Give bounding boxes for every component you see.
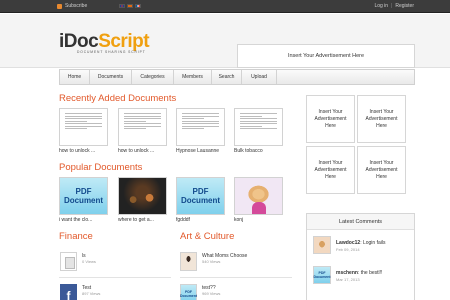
doc-caption[interactable]: how to unlock ... [118, 148, 167, 154]
avatar[interactable] [313, 236, 331, 254]
comment-item[interactable]: Lawdoc12: Login fails Feb 09, 2014 [313, 236, 385, 254]
pdf-thumb-line2: Document [180, 196, 221, 205]
doc-thumbnail[interactable] [118, 108, 167, 146]
document-icon[interactable] [60, 252, 77, 271]
pdf-document-thumbnail[interactable]: PDF Document [176, 177, 225, 215]
item-views: 540 Views [202, 259, 221, 264]
popular-doc[interactable]: where to get a... [118, 177, 167, 223]
pdf-document-thumbnail[interactable]: PDF Document [59, 177, 108, 215]
comment-text[interactable]: Login fails [363, 240, 386, 246]
logo-suffix: Script [98, 31, 150, 52]
header-ad-text: Insert Your Advertisement Here [287, 53, 365, 59]
main-nav: Home Documents Categories Members Search… [59, 69, 415, 85]
finance-title[interactable]: Finance [59, 231, 93, 242]
divider [180, 277, 292, 278]
arts-culture-title[interactable]: Art & Culture [180, 231, 234, 242]
comment-date: Mar 17, 2013 [336, 277, 360, 282]
top-bar: Subscribe Log in | Register [0, 0, 450, 13]
comment-date: Feb 09, 2014 [336, 247, 360, 252]
woman-photo-icon[interactable] [180, 252, 197, 271]
nav-documents[interactable]: Documents [90, 70, 132, 84]
site-header: iDocScript DOCUMENT SHARING SCRIPT Inser… [0, 14, 450, 68]
doc-thumbnail[interactable] [234, 108, 283, 146]
stage-photo-thumbnail[interactable] [118, 177, 167, 215]
side-ad-text: Insert Your Advertisement Here [314, 108, 347, 129]
side-ad-text: Insert Your Advertisement Here [314, 159, 347, 180]
logo-prefix: iDoc [59, 31, 99, 52]
pdf-thumb-line2: Document [63, 196, 104, 205]
register-link[interactable]: Register [395, 3, 414, 9]
mini-pdf-line2: Document [313, 275, 331, 279]
nav-members[interactable]: Members [174, 70, 212, 84]
finance-item[interactable]: ls 0 Views [60, 252, 96, 271]
person-figure [251, 202, 266, 214]
rss-icon [57, 3, 62, 9]
recent-doc[interactable]: how to unlock ... [59, 108, 108, 154]
side-ad[interactable]: Insert Your Advertisement Here [357, 146, 406, 194]
recent-doc[interactable]: Hypnose Lausanne [176, 108, 225, 154]
nav-search[interactable]: Search [212, 70, 242, 84]
subscribe-link[interactable]: Subscribe [57, 3, 87, 9]
side-ad-text: Insert Your Advertisement Here [365, 159, 398, 180]
arts-item[interactable]: What Moms Choose 540 Views [180, 252, 247, 271]
doc-thumbnail[interactable] [59, 108, 108, 146]
comment-user[interactable]: Lawdoc12 [336, 240, 360, 246]
account-separator: | [391, 3, 393, 9]
logo-tagline: DOCUMENT SHARING SCRIPT [77, 50, 146, 54]
popular-docs-title: Popular Documents [59, 162, 143, 173]
doc-thumbnail[interactable] [176, 108, 225, 146]
comment-user[interactable]: mschenn [336, 270, 358, 276]
facebook-icon[interactable]: f [60, 284, 77, 300]
side-ad[interactable]: Insert Your Advertisement Here [306, 146, 355, 194]
item-views: 969 Views [202, 291, 221, 296]
person-photo-thumbnail[interactable] [234, 177, 283, 215]
stage-image [119, 178, 166, 214]
doc-caption[interactable]: where to get a... [118, 217, 167, 223]
subscribe-label: Subscribe [65, 3, 88, 9]
login-link[interactable]: Log in [374, 3, 388, 9]
doc-caption[interactable]: i want the clo... [59, 217, 108, 223]
finance-item[interactable]: f Test 897 Views [60, 284, 100, 300]
france-flag-icon[interactable] [135, 4, 141, 8]
arts-item[interactable]: PDF Document test?? 969 Views [180, 284, 220, 300]
language-flags [119, 4, 141, 8]
popular-doc[interactable]: PDF Document i want the clo... [59, 177, 108, 223]
side-ad[interactable]: Insert Your Advertisement Here [357, 95, 406, 143]
doc-caption[interactable]: fgdddf [176, 217, 225, 223]
doc-caption[interactable]: konj [234, 217, 283, 223]
doc-caption[interactable]: how to unlock ... [59, 148, 108, 154]
latest-comments-panel: Latest Comments Lawdoc12: Login fails Fe… [306, 213, 415, 300]
popular-doc[interactable]: konj [234, 177, 283, 223]
recent-docs-title: Recently Added Documents [59, 93, 177, 104]
recent-doc[interactable]: Bulk tobacco [234, 108, 283, 154]
doc-caption[interactable]: Hypnose Lausanne [176, 148, 225, 154]
nav-upload[interactable]: Upload [242, 70, 277, 84]
side-ad[interactable]: Insert Your Advertisement Here [306, 95, 355, 143]
pdf-thumb-line1: PDF [75, 187, 92, 196]
nav-categories[interactable]: Categories [132, 70, 174, 84]
site-logo[interactable]: iDocScript DOCUMENT SHARING SCRIPT [59, 31, 150, 55]
side-ad-text: Insert Your Advertisement Here [365, 108, 398, 129]
nav-home[interactable]: Home [60, 70, 90, 84]
account-links: Log in | Register [374, 3, 414, 9]
item-views: 897 Views [82, 291, 101, 296]
divider [59, 277, 171, 278]
uk-flag-icon[interactable] [119, 4, 125, 8]
comment-item[interactable]: PDF Document mschenn: the bestl!! Mar 17,… [313, 266, 382, 284]
comment-text[interactable]: the bestl!! [361, 270, 383, 276]
mini-pdf-line2: Document [179, 293, 198, 298]
pdf-document-icon[interactable]: PDF Document [313, 266, 331, 284]
pdf-document-icon[interactable]: PDF Document [180, 284, 197, 300]
item-views: 0 Views [82, 259, 96, 264]
popular-doc[interactable]: PDF Document fgdddf [176, 177, 225, 223]
latest-comments-title: Latest Comments [307, 214, 414, 230]
doc-caption[interactable]: Bulk tobacco [234, 148, 283, 154]
header-ad-banner[interactable]: Insert Your Advertisement Here [237, 44, 415, 68]
spain-flag-icon[interactable] [127, 4, 133, 8]
pdf-thumb-line1: PDF [192, 187, 209, 196]
recent-doc[interactable]: how to unlock ... [118, 108, 167, 154]
